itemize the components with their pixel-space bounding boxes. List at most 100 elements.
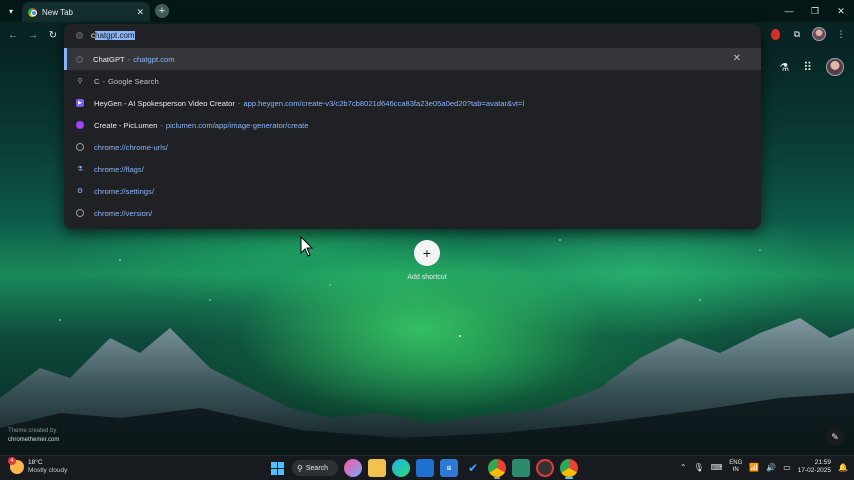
suggestion-chrome-flags[interactable]: ⚗ chrome://flags/: [64, 158, 761, 180]
google-apps-button[interactable]: ⠿: [803, 60, 812, 74]
file-explorer-icon[interactable]: [368, 459, 386, 477]
suggestion-title: Create - PicLumen: [94, 120, 158, 130]
store-icon[interactable]: [416, 459, 434, 477]
copilot-icon[interactable]: [344, 459, 362, 477]
system-tray: ⌃ 🎙 ⌨ ENG IN 📶 🔊 ▭ 21:59 17-02-2025 🔔: [680, 459, 848, 475]
close-tab-icon[interactable]: ✕: [136, 7, 144, 18]
suggestion-link: chrome://settings/: [94, 186, 154, 196]
menu-button[interactable]: ⋮: [834, 27, 848, 41]
microphone-icon[interactable]: 🎙: [694, 463, 704, 472]
tab-strip: ▾ New Tab ✕ + — ❐ ✕: [0, 0, 854, 22]
globe-icon: [76, 209, 84, 217]
add-shortcut[interactable]: + Add shortcut: [404, 240, 450, 281]
notification-bell-icon[interactable]: 🔔: [838, 463, 848, 472]
mouse-cursor-icon: [300, 236, 314, 257]
back-button[interactable]: ←: [6, 28, 20, 42]
plus-icon: +: [158, 4, 166, 17]
suggestion-separator: -: [127, 54, 131, 64]
keyboard-icon[interactable]: ⌨: [711, 463, 723, 472]
clock[interactable]: 21:59 17-02-2025: [798, 459, 831, 475]
todo-check-icon[interactable]: ✔: [464, 459, 482, 477]
mountain-silhouette: [0, 318, 854, 458]
globe-icon: [76, 143, 84, 151]
profile-avatar-button[interactable]: [812, 27, 826, 41]
site-icon: [76, 55, 83, 63]
suggestion-chrome-version[interactable]: chrome://version/: [64, 202, 761, 224]
maximize-button[interactable]: ❐: [802, 0, 828, 22]
piclumen-icon: [76, 121, 84, 129]
clock-date: 17-02-2025: [797, 467, 832, 474]
suggestion-link: chrome://version/: [94, 208, 153, 218]
weather-widget[interactable]: 4 18°C Mostly cloudy: [8, 457, 68, 475]
taskbar-search[interactable]: ⚲ Search: [292, 460, 338, 476]
flask-icon: ⚗: [779, 61, 790, 74]
minimize-button[interactable]: —: [776, 0, 802, 22]
battery-icon[interactable]: ▭: [783, 463, 791, 472]
chevron-up-icon[interactable]: ⌃: [680, 463, 687, 472]
weather-temp: 18°C: [28, 459, 43, 466]
tab-new-tab[interactable]: New Tab ✕: [22, 2, 150, 22]
suggestion-url: app.heygen.com/create-v3/c2b7cb8021d646c…: [243, 98, 525, 108]
taskbar-apps: ⚲ Search ⊞ ✔: [268, 459, 578, 479]
chevron-down-icon: ▾: [8, 6, 13, 16]
windows-taskbar: 4 18°C Mostly cloudy ⚲ Search ⊞ ✔ ⌃ 🎙 ⌨ …: [0, 455, 854, 480]
suggestion-title: ChatGPT: [93, 54, 125, 64]
app-icon-blue[interactable]: ⊞: [440, 459, 458, 477]
address-bar-input[interactable]: c hatgpt.com: [64, 24, 761, 46]
weather-badge: 4: [8, 457, 16, 465]
toolbar-right: ⧉ ⋮: [768, 27, 848, 41]
suggestion-heygen[interactable]: ▶ HeyGen - AI Spokesperson Video Creator…: [64, 92, 761, 114]
language-indicator[interactable]: ENG IN: [729, 460, 742, 474]
chrome-taskbar-icon[interactable]: [488, 459, 506, 479]
labs-button[interactable]: ⚗: [779, 61, 789, 74]
notepad-icon[interactable]: [512, 459, 530, 477]
start-button[interactable]: [268, 459, 286, 477]
volume-icon[interactable]: 🔊: [766, 463, 776, 472]
window-controls: — ❐ ✕: [776, 0, 854, 22]
edge-icon[interactable]: [392, 459, 410, 477]
language-line2: IN: [732, 467, 739, 473]
pencil-icon: ✎: [831, 431, 839, 442]
weather-condition: Mostly cloudy: [28, 467, 68, 474]
omnibox-dropdown: c hatgpt.com ChatGPT - chatgpt.com ✕ ⚲ C …: [64, 24, 761, 229]
tab-title: New Tab: [42, 7, 73, 17]
reload-icon: ↻: [48, 29, 58, 41]
suggestion-google-search[interactable]: ⚲ C - Google Search: [64, 70, 761, 92]
theme-credit[interactable]: Theme created by chromethemer.com: [8, 427, 59, 445]
suggestion-link: chrome://flags/: [94, 164, 144, 174]
theme-credit-line1: Theme created by: [8, 428, 57, 434]
suggestion-link: chrome://chrome-urls/: [94, 142, 168, 152]
suggestion-chrome-settings[interactable]: ⚙ chrome://settings/: [64, 180, 761, 202]
new-tab-button[interactable]: +: [155, 4, 169, 18]
suggestion-chatgpt[interactable]: ChatGPT - chatgpt.com ✕: [64, 48, 761, 70]
arrow-left-icon: ←: [8, 29, 18, 41]
extension-red[interactable]: [768, 27, 782, 41]
clock-time: 21:59: [814, 459, 832, 466]
add-shortcut-label: Add shortcut: [407, 274, 447, 281]
chrome-taskbar-icon-2[interactable]: [560, 459, 578, 479]
remove-suggestion-button[interactable]: ✕: [733, 53, 741, 64]
reload-button[interactable]: ↻: [46, 28, 60, 42]
chrome-icon: [28, 7, 37, 17]
suggestion-piclumen[interactable]: Create - PicLumen - piclumen.com/app/ima…: [64, 114, 761, 136]
site-icon: [76, 31, 83, 39]
forward-button[interactable]: →: [26, 28, 40, 42]
tab-search-button[interactable]: ▾: [4, 4, 18, 18]
autocomplete-selection: hatgpt.com: [95, 30, 135, 40]
wifi-icon[interactable]: 📶: [749, 463, 759, 472]
customize-chrome-button[interactable]: ✎: [826, 428, 844, 446]
google-account-avatar[interactable]: [826, 58, 844, 76]
suggestion-chrome-urls[interactable]: chrome://chrome-urls/: [64, 136, 761, 158]
app-icon-dark[interactable]: [536, 459, 554, 477]
apps-grid-icon: ⠿: [803, 60, 812, 74]
gear-icon: ⚙: [76, 188, 84, 195]
extensions-button[interactable]: ⧉: [790, 27, 804, 41]
search-icon: ⚲: [297, 463, 303, 473]
red-extension-icon: [770, 28, 780, 40]
theme-credit-line2: chromethemer.com: [8, 437, 60, 443]
suggestion-separator: -: [102, 76, 106, 86]
suggestion-url: chatgpt.com: [133, 54, 175, 64]
ntp-top-right: ⚗ ⠿: [779, 58, 844, 76]
close-window-button[interactable]: ✕: [828, 0, 854, 22]
suggestion-description: Google Search: [108, 76, 159, 86]
